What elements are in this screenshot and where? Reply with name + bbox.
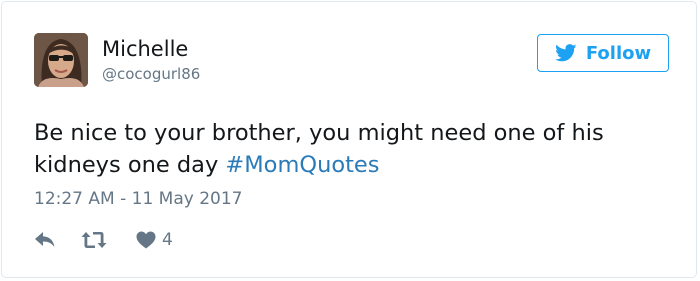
avatar-photo [34, 33, 88, 87]
hashtag-link[interactable]: #MomQuotes [225, 152, 379, 178]
like-button[interactable]: 4 [136, 227, 173, 253]
display-name[interactable]: Michelle [102, 36, 188, 62]
follow-button[interactable]: Follow [537, 34, 669, 72]
retweet-button[interactable] [81, 227, 107, 253]
heart-icon [136, 231, 156, 249]
reply-icon [35, 232, 55, 247]
tweet-card: Michelle @cocogurl86 Follow Be nice to y… [1, 1, 697, 278]
twitter-bird-icon [554, 44, 577, 62]
avatar[interactable] [34, 33, 88, 87]
reply-button[interactable] [34, 227, 56, 253]
retweet-icon [81, 232, 107, 248]
like-count: 4 [162, 230, 173, 250]
follow-label: Follow [585, 42, 652, 64]
tweet-timestamp[interactable]: 12:27 AM - 11 May 2017 [34, 187, 242, 211]
screen-name[interactable]: @cocogurl86 [102, 64, 200, 84]
tweet-text: Be nice to your brother, you might need … [34, 117, 674, 181]
